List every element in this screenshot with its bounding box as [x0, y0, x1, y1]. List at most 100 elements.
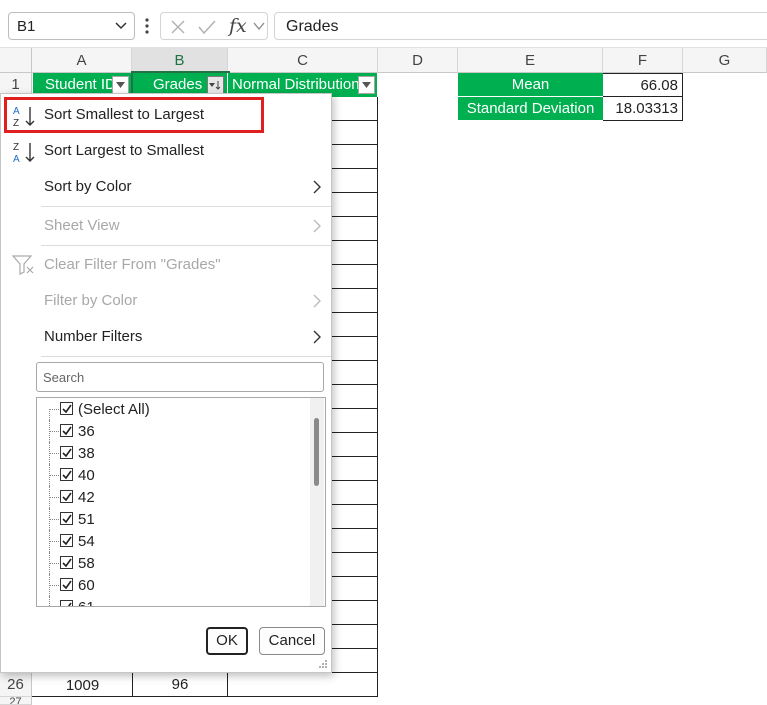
select-all-corner[interactable]	[0, 48, 32, 73]
header-label-grades: Grades	[153, 76, 203, 93]
list-scrollbar[interactable]	[310, 398, 324, 606]
check-icon	[62, 448, 72, 458]
list-item-label: 61	[78, 599, 95, 606]
checkbox[interactable]	[60, 534, 73, 547]
name-box[interactable]: B1	[8, 12, 135, 40]
list-item[interactable]: 60	[37, 574, 307, 596]
row-line	[330, 600, 378, 601]
formula-bar: B1 fx Grades	[0, 0, 767, 48]
checkbox[interactable]	[60, 446, 73, 459]
tree-line	[49, 409, 59, 410]
header-label-normal-distribution: Normal Distribution	[232, 76, 360, 93]
list-item[interactable]: 51	[37, 508, 307, 530]
insert-function-icon[interactable]: fx	[229, 15, 247, 37]
tree-line	[49, 585, 59, 586]
cancel-button[interactable]: Cancel	[259, 627, 325, 655]
row-line	[330, 168, 378, 169]
search-box[interactable]	[36, 362, 324, 392]
checkbox[interactable]	[60, 424, 73, 437]
cancel-icon[interactable]	[169, 18, 187, 36]
column-header-f[interactable]: F	[603, 48, 683, 73]
check-icon	[67, 602, 72, 606]
list-item-select-all[interactable]: (Select All)	[37, 398, 307, 420]
checkbox[interactable]	[60, 402, 73, 415]
cell-b26[interactable]: 96	[132, 673, 228, 697]
check-icon	[62, 558, 72, 568]
more-options-icon[interactable]	[142, 16, 152, 36]
row-line	[330, 120, 378, 121]
mean-label[interactable]: Mean	[458, 73, 603, 97]
row-line	[330, 216, 378, 217]
list-item-label: 60	[78, 577, 95, 594]
header-label-student-id: Student ID	[45, 76, 116, 93]
chevron-down-icon[interactable]	[114, 18, 128, 32]
number-filters-item[interactable]: Number Filters	[1, 320, 331, 354]
row-line	[330, 408, 378, 409]
list-item-label: 58	[78, 555, 95, 572]
checkbox[interactable]	[60, 556, 73, 569]
values-list: (Select All) 36 38 40 42 51 54 58 60	[36, 397, 326, 607]
checkbox[interactable]	[60, 468, 73, 481]
column-header-b[interactable]: B	[132, 48, 228, 73]
checkbox[interactable]	[60, 490, 73, 503]
row-line	[330, 648, 378, 649]
svg-text:Z: Z	[13, 142, 19, 153]
mean-value[interactable]: 66.08	[603, 73, 683, 97]
filter-button-c[interactable]	[358, 76, 375, 94]
check-icon	[62, 580, 72, 590]
sort-by-color-item[interactable]: Sort by Color	[1, 170, 331, 204]
row-line	[330, 624, 378, 625]
formula-actions: fx	[160, 12, 268, 40]
row-line	[330, 360, 378, 361]
check-icon	[62, 492, 72, 502]
check-icon	[62, 514, 72, 524]
number-filters-label: Number Filters	[44, 328, 143, 345]
list-item[interactable]: 54	[37, 530, 307, 552]
resize-grip-icon[interactable]	[318, 659, 328, 669]
tree-line	[49, 453, 59, 454]
search-input[interactable]	[37, 363, 323, 391]
list-item[interactable]: 58	[37, 552, 307, 574]
column-header-c[interactable]: C	[228, 48, 378, 73]
sd-label[interactable]: Standard Deviation	[458, 97, 603, 121]
menu-separator	[41, 245, 331, 246]
filter-by-color-label: Filter by Color	[44, 292, 138, 309]
filter-button-a[interactable]	[112, 76, 129, 94]
chevron-right-icon	[313, 180, 321, 194]
list-item[interactable]: 38	[37, 442, 307, 464]
row-line	[330, 336, 378, 337]
tree-line	[49, 409, 59, 420]
row-header-26[interactable]: 26	[0, 673, 32, 697]
tree-line	[49, 519, 59, 520]
name-box-value: B1	[17, 18, 36, 35]
scrollbar-thumb[interactable]	[314, 418, 319, 486]
list-item-label: 42	[78, 489, 95, 506]
column-header-g[interactable]: G	[683, 48, 767, 73]
menu-separator	[41, 206, 331, 207]
ok-button[interactable]: OK	[206, 627, 248, 655]
sd-value[interactable]: 18.03313	[603, 97, 683, 121]
filter-button-b[interactable]	[207, 76, 224, 94]
chevron-right-icon	[313, 219, 321, 233]
checkbox[interactable]	[60, 512, 73, 525]
formula-input[interactable]: Grades	[274, 12, 767, 40]
list-item[interactable]: 61	[37, 596, 307, 606]
row-line	[330, 456, 378, 457]
sort-descending-item[interactable]: Z A Sort Largest to Smallest	[1, 134, 331, 168]
list-item[interactable]: 36	[37, 420, 307, 442]
checkbox[interactable]	[60, 578, 73, 591]
cell-a26[interactable]: 1009	[33, 677, 132, 697]
checkbox[interactable]	[60, 600, 73, 606]
list-item[interactable]: 40	[37, 464, 307, 486]
chevron-down-icon[interactable]	[253, 21, 265, 31]
row-header-27[interactable]: 27	[0, 697, 32, 705]
row-line	[330, 144, 378, 145]
check-icon[interactable]	[197, 18, 217, 36]
column-header-d[interactable]: D	[378, 48, 458, 73]
list-item[interactable]: 42	[37, 486, 307, 508]
list-item-label: 54	[78, 533, 95, 550]
list-item-label: 36	[78, 423, 95, 440]
column-header-e[interactable]: E	[458, 48, 603, 73]
column-header-a[interactable]: A	[32, 48, 132, 73]
row-line	[330, 528, 378, 529]
